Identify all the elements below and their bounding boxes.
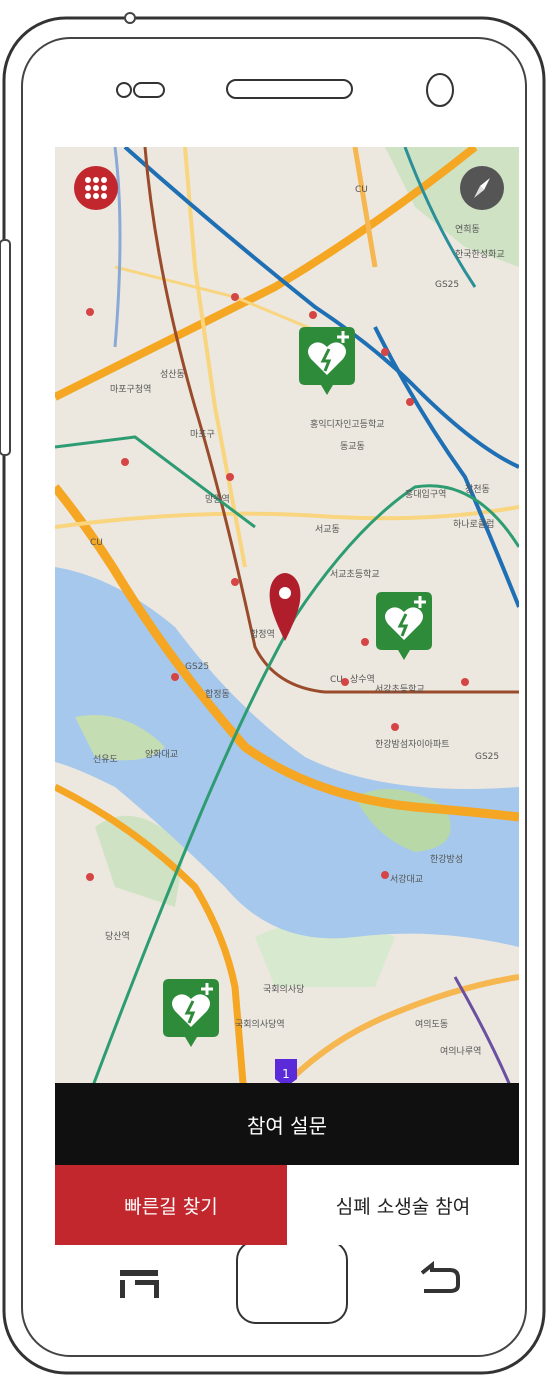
cpr-join-button[interactable]: 심폐 소생술 참여 [287,1165,519,1245]
map-label: 서강초등학교 [375,684,425,695]
route-marker-number: 1 [282,1067,290,1081]
map-label: 성산동 [160,369,185,380]
map-label: 여의나루역 [440,1045,481,1057]
aed-heart-icon[interactable] [163,979,219,1049]
map-label: GS25 [475,752,499,762]
compass-icon[interactable] [459,165,505,211]
survey-label: 참여 설문 [247,1113,327,1138]
grid-menu-icon[interactable] [73,165,119,211]
map-label: 국회의사당역 [235,1019,285,1030]
map-label: 마포구 [190,429,215,440]
location-pin-icon[interactable] [268,571,302,643]
bottom-actions: 빠른길 찾기 심폐 소생술 참여 [55,1165,519,1245]
menu-key-icon[interactable] [110,1245,170,1305]
map-label: 상수역 [350,674,375,685]
map-label: 한강밤섬자이아파트 [375,739,450,750]
back-key-icon[interactable] [410,1245,470,1305]
map-label: 양화대교 [145,749,178,760]
map-label: CU [90,538,103,548]
map-label: 한강방성 [430,854,463,865]
cpr-join-label: 심폐 소생술 참여 [335,1195,471,1218]
map-label: 서교동 [315,524,340,535]
survey-button[interactable]: 참여 설문 [55,1083,519,1165]
map-label: 여의도동 [415,1018,448,1030]
app-screen: 마포구동교동서교동합정동 성산동선유도한강방성서강대교여의도동 창천동 연희동 CU GS… [55,147,519,1245]
map-label: 홍익디자인고등학교 [310,418,385,430]
map-label: 선유도 [93,754,118,765]
map-label: GS25 [185,662,209,672]
map-label: 마포구청역 [110,384,151,395]
map-label: CU [330,675,343,685]
home-key[interactable] [236,1240,348,1324]
map-label: 하나로클럽 [453,519,494,530]
map-label: CU [355,185,368,195]
map-label: 국회의사당 [263,984,304,995]
fast-route-button[interactable]: 빠른길 찾기 [55,1165,287,1245]
map-label: 서교초등학교 [330,569,380,580]
map-label: 동교동 [340,441,365,452]
map-label: 연희동 [455,223,480,235]
map-label: 홍대입구역 [405,488,446,500]
aed-heart-icon[interactable] [376,592,432,662]
map-label: 합정동 [205,689,230,700]
map-label: 창천동 [465,484,490,495]
map-label: 망원역 [205,494,230,505]
map-label: 한국한성화교 [455,249,505,260]
aed-heart-icon[interactable] [299,327,355,397]
map-label: 당산역 [105,931,130,942]
map-label: GS25 [435,280,459,290]
map-label: 서강대교 [390,874,423,885]
fast-route-label: 빠른길 찾기 [124,1195,218,1218]
